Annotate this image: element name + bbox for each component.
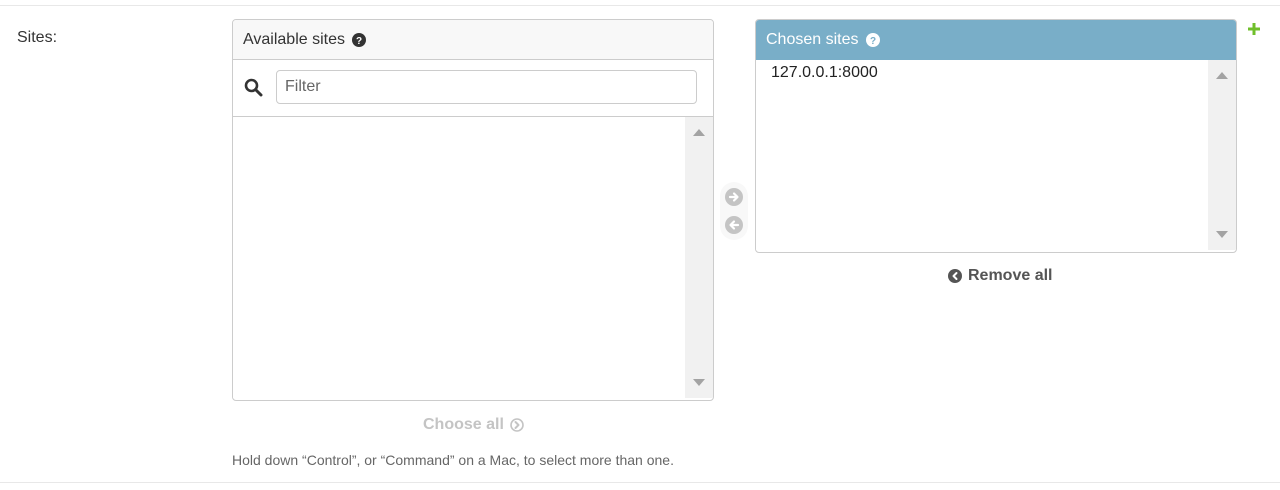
chosen-sites-title: Chosen sites	[766, 31, 859, 48]
question-circle-icon[interactable]: ?	[865, 33, 880, 47]
filter-row	[233, 60, 713, 117]
field-label-sites: Sites:	[17, 29, 58, 46]
filter-input[interactable]	[276, 70, 697, 104]
choose-all-link[interactable]: Choose all	[423, 416, 524, 434]
scroll-down-arrow[interactable]	[1216, 231, 1228, 238]
chosen-list-scrollbar[interactable]	[1208, 60, 1236, 250]
chosen-sites-box: Chosen sites ? 127.0.0.1:8000	[755, 19, 1237, 253]
help-text: Hold down “Control”, or “Command” on a M…	[232, 452, 674, 468]
available-sites-list[interactable]	[233, 117, 713, 398]
remove-all-link[interactable]: Remove all	[948, 267, 1052, 285]
available-list-scrollbar[interactable]	[685, 117, 713, 398]
svg-text:?: ?	[869, 36, 875, 47]
arrow-left-circle-icon	[725, 216, 743, 234]
scroll-up-arrow[interactable]	[693, 129, 705, 136]
list-item[interactable]: 127.0.0.1:8000	[771, 64, 878, 82]
remove-selected-button[interactable]	[724, 215, 744, 235]
scroll-down-arrow[interactable]	[693, 379, 705, 386]
remove-all-label: Remove all	[968, 267, 1053, 284]
bottom-divider	[0, 482, 1280, 483]
choose-selected-button[interactable]	[724, 187, 744, 207]
choose-all-label: Choose all	[423, 416, 504, 433]
question-circle-icon[interactable]: ?	[351, 32, 366, 47]
svg-text:?: ?	[356, 36, 362, 47]
chosen-sites-header: Chosen sites ?	[756, 20, 1236, 60]
top-divider	[0, 5, 1280, 6]
available-sites-title: Available sites	[243, 30, 345, 48]
arrow-left-circle-icon	[948, 269, 962, 283]
search-icon	[244, 78, 263, 102]
arrow-right-circle-icon	[510, 418, 524, 432]
available-sites-header: Available sites ?	[233, 20, 713, 60]
scroll-up-arrow[interactable]	[1216, 72, 1228, 79]
add-site-button[interactable]	[1247, 22, 1261, 41]
selector-move-buttons	[720, 182, 748, 240]
available-sites-box: Available sites ?	[232, 19, 714, 401]
arrow-right-circle-icon	[725, 188, 743, 206]
chosen-sites-list[interactable]: 127.0.0.1:8000	[756, 60, 1236, 250]
plus-icon	[1248, 23, 1260, 35]
